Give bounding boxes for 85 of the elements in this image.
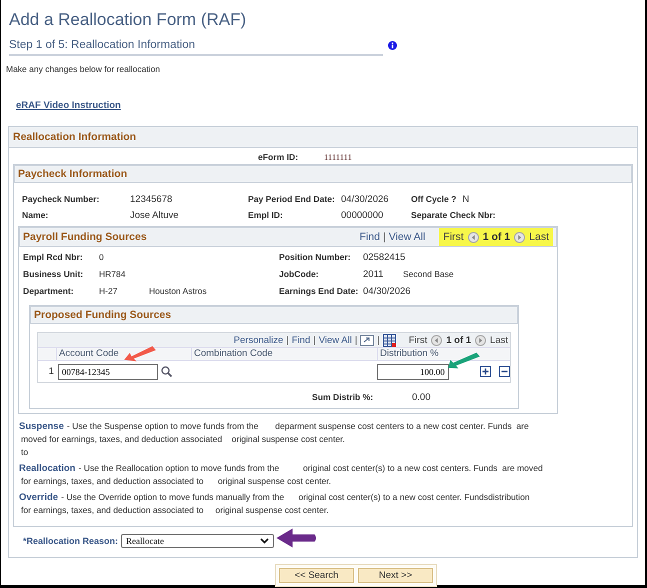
description-text: to [20, 446, 30, 459]
arrow-icon [275, 527, 319, 549]
field-label: Off Cycle ? [411, 194, 456, 204]
remove-icon[interactable] [499, 366, 510, 377]
arrow-icon [447, 352, 481, 369]
separator: | [354, 334, 358, 346]
field-value: 2011 [363, 269, 384, 280]
field-label: JobCode: [279, 269, 320, 279]
field-value: 12345678 [130, 194, 172, 205]
page-count: 1 of 1 [482, 231, 510, 243]
first-link[interactable]: First [408, 334, 428, 346]
account-code-field[interactable]: 00784-12345 [58, 364, 158, 380]
option-term: Suspense [19, 421, 64, 432]
previous-icon[interactable] [431, 334, 442, 346]
field-label: Department: [23, 286, 75, 296]
search-icon[interactable] [160, 366, 172, 377]
section-header: Reallocation Information [9, 127, 637, 148]
page-count: 1 of 1 [446, 334, 472, 346]
toolbar-link[interactable]: Personalize [234, 334, 284, 346]
field-description: Houston Astros [149, 286, 207, 296]
instruction-text: Make any changes below for reallocation [6, 64, 162, 74]
toolbar-link[interactable]: Find [292, 334, 310, 346]
toolbar-link[interactable]: View All [318, 334, 352, 346]
field-label: Separate Check Nbr: [411, 210, 496, 220]
panel-header: Proposed Funding Sources [30, 306, 518, 324]
option-term: Reallocation [19, 463, 76, 474]
field-value: 04/30/2026 [341, 194, 389, 205]
nav-button[interactable]: << Search [279, 568, 354, 583]
toolbar-link[interactable]: View All [388, 231, 426, 243]
next-icon[interactable] [514, 232, 526, 242]
separator: | [286, 334, 289, 346]
video-link[interactable]: eRAF Video Instruction [16, 100, 121, 111]
field-value: 02582415 [363, 252, 406, 263]
field-value: 04/30/2026 [363, 286, 411, 297]
field-label: *Reallocation Reason: [23, 536, 118, 546]
field-value: 0.00 [412, 392, 430, 403]
separator: | [382, 231, 386, 243]
page-title: Add a Reallocation Form (RAF) [9, 10, 248, 30]
field-label: Name: [22, 210, 50, 220]
previous-icon[interactable] [468, 232, 479, 242]
panel-title: Payroll Funding Sources [23, 231, 148, 243]
column-header: Combination Code [191, 348, 377, 360]
panel-header: Paycheck Information [14, 165, 632, 183]
field-label: Sum Distrib %: [312, 392, 374, 403]
toolbar-link[interactable]: Find [360, 231, 380, 243]
field-value: N [462, 194, 470, 205]
arrow-icon [123, 345, 157, 362]
next-icon[interactable] [475, 334, 486, 346]
field-label: Paycheck Number: [22, 194, 100, 204]
description-text: for earnings, taxes, and deduction associated to original suspense cost center. [20, 504, 330, 517]
step-heading: Step 1 of 5: Reallocation Information [9, 39, 383, 56]
last-link[interactable]: Last [529, 231, 549, 243]
field-value: 1111111 [324, 152, 352, 164]
field-label: eForm ID: [258, 152, 300, 164]
last-link[interactable]: Last [490, 334, 508, 346]
field-value: H-27 [99, 286, 118, 296]
field-value: Jose Altuve [130, 210, 179, 221]
separator: | [377, 334, 380, 346]
first-link[interactable]: First [443, 231, 464, 243]
reason-dropdown[interactable]: Reallocate [121, 534, 274, 548]
separator: | [313, 334, 316, 346]
distribution-field[interactable]: 100.00 [376, 364, 449, 380]
chevron-icon [260, 538, 270, 544]
field-value: 0 [99, 252, 105, 262]
field-label: Empl Rcd Nbr: [23, 252, 84, 262]
nav-button[interactable]: Next >> [358, 568, 433, 583]
add-icon[interactable] [480, 366, 491, 377]
field-description: Second Base [403, 269, 454, 279]
info-icon[interactable] [388, 41, 397, 50]
field-label: Empl ID: [248, 210, 284, 220]
row-number: 1 [48, 366, 55, 377]
zoom-icon[interactable] [360, 334, 374, 346]
description-text: for earnings, taxes, and deduction associated to original suspense cost center. [20, 475, 332, 488]
field-value: HR784 [99, 269, 126, 279]
description-text: - Use the Override option to move funds manually from the original cost center(s) to a new cost center. Fundsdistribution [61, 492, 530, 502]
option-term: Override [19, 492, 58, 503]
field-label: Position Number: [279, 252, 352, 262]
field-label: Pay Period End Date: [248, 194, 336, 204]
field-label: Earnings End Date: [279, 286, 360, 296]
field-value: 00000000 [341, 210, 384, 221]
description-text: - Use the Suspense option to move funds from the deparment suspense cost centers to a new cost center. Funds are [66, 421, 529, 431]
field-label: Business Unit: [23, 269, 84, 279]
spreadsheet-icon[interactable] [382, 334, 396, 346]
description-text: - Use the Reallocation option to move funds from the original cost center(s) to a new cost centers. Funds are moved [78, 463, 543, 473]
description-text: moved for earnings, taxes, and deduction associated original suspense cost center. [20, 433, 346, 446]
